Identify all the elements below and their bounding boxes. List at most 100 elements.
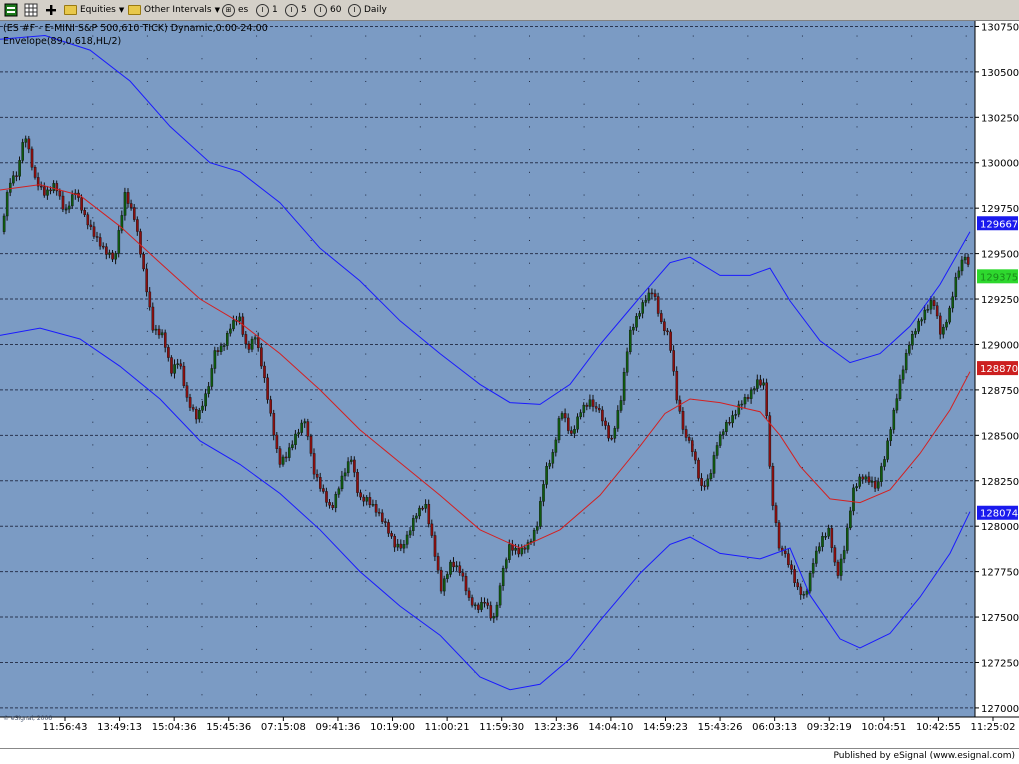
candle-body — [284, 456, 288, 459]
candle-body — [892, 409, 896, 430]
grid-dot — [801, 308, 803, 310]
grid-dot — [692, 285, 694, 287]
candle-body — [322, 488, 325, 492]
grid-dot — [692, 535, 694, 537]
candle-body — [179, 363, 183, 367]
grid-dot — [965, 489, 967, 491]
grid-dot — [856, 239, 858, 241]
grid-dot — [638, 512, 640, 514]
grid-dot — [583, 353, 585, 355]
grid-dot — [419, 330, 421, 332]
grid-dot — [529, 330, 530, 332]
candle-body — [412, 518, 415, 531]
grid-dot — [747, 149, 749, 151]
candle-body — [777, 522, 781, 549]
grid-dot — [856, 149, 858, 151]
candle-body — [49, 189, 52, 192]
grid-dot — [801, 557, 803, 559]
candle-body — [725, 422, 728, 432]
candle-body — [188, 397, 192, 408]
grid-dot — [256, 512, 258, 514]
candle-body — [635, 316, 638, 328]
symbol-button[interactable]: ⊞ es — [222, 2, 248, 18]
daily-button[interactable]: I Daily — [348, 2, 387, 18]
grid-dot — [583, 262, 585, 264]
grid-dot — [529, 489, 530, 491]
grid-dot — [692, 262, 694, 264]
grid-dot — [474, 35, 476, 37]
grid-dot — [638, 557, 640, 559]
grid-dot — [256, 103, 258, 105]
grid-dot — [256, 398, 258, 400]
grid-dot — [692, 149, 694, 151]
grid-dot — [856, 648, 858, 650]
candle-body — [545, 465, 548, 485]
candle-body — [675, 371, 679, 401]
candle-body — [700, 478, 703, 486]
grid-dot — [310, 421, 312, 423]
candle-body — [154, 328, 158, 331]
grid-dot — [92, 580, 94, 582]
grid-dot — [256, 35, 258, 37]
grid-dot — [692, 194, 694, 196]
candle-body — [229, 328, 232, 334]
grid-dot — [529, 239, 530, 241]
price-chart[interactable]: 130750 130500 130250 130000 129750 129500 1292… — [0, 21, 1019, 748]
candle-body — [632, 327, 635, 331]
interval-icon: I — [256, 3, 269, 17]
candle-body — [644, 300, 648, 303]
candle-body — [244, 334, 248, 345]
candle-body — [684, 429, 688, 438]
grid-dot — [310, 489, 312, 491]
grid-dot — [419, 489, 421, 491]
grid-dot — [747, 308, 749, 310]
grid-dot — [638, 217, 640, 219]
candle-body — [247, 343, 251, 350]
grid-dot — [747, 239, 749, 241]
interval-5-button[interactable]: I 5 — [285, 2, 307, 18]
grid-dot — [474, 512, 476, 514]
candle-body — [399, 543, 403, 549]
grid-dot — [856, 58, 858, 60]
interval-icon: I — [314, 3, 327, 17]
candle-body — [449, 561, 452, 575]
grid-icon[interactable] — [24, 2, 41, 18]
equities-menu[interactable]: Equities ▼ — [64, 2, 124, 18]
candle-body — [877, 481, 880, 489]
chart-style-icon[interactable] — [4, 2, 21, 18]
interval-1-button[interactable]: I 1 — [256, 2, 278, 18]
grid-dot — [474, 239, 476, 241]
grid-dot — [911, 671, 913, 673]
candle-body — [573, 429, 576, 434]
grid-dot — [529, 103, 530, 105]
grid-dot — [365, 80, 367, 82]
y-tick-label: 129250 — [981, 295, 1019, 306]
add-icon[interactable] — [44, 2, 61, 18]
grid-dot — [692, 35, 694, 37]
grid-dot — [474, 171, 476, 173]
x-tick-label: 10:42:55 — [916, 722, 961, 733]
grid-dot — [638, 467, 640, 469]
grid-dot — [419, 262, 421, 264]
grid-dot — [801, 580, 803, 582]
candle-body — [601, 409, 604, 422]
grid-dot — [583, 489, 585, 491]
grid-dot — [801, 171, 803, 173]
grid-dot — [529, 421, 530, 423]
candle-body — [418, 507, 421, 517]
candle-body — [501, 568, 505, 586]
grid-dot — [911, 80, 913, 82]
other-intervals-menu[interactable]: Other Intervals ▼ — [128, 2, 220, 18]
candle-body — [957, 270, 961, 278]
candle-body — [815, 550, 818, 564]
grid-dot — [92, 194, 94, 196]
candle-body — [660, 313, 663, 322]
grid-dot — [747, 330, 749, 332]
candle-body — [567, 417, 570, 431]
grid-dot — [801, 58, 803, 60]
candle-body — [728, 422, 731, 424]
candle-body — [182, 365, 186, 386]
grid-dot — [419, 694, 421, 696]
interval-60-button[interactable]: I 60 — [314, 2, 341, 18]
grid-dot — [92, 262, 94, 264]
